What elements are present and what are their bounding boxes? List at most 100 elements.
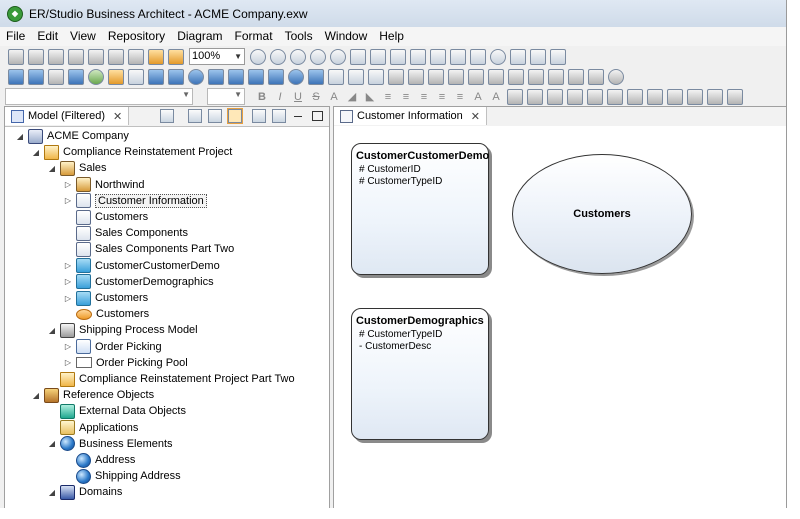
fill-color-icon[interactable]: ◣ [363,90,377,103]
expand-toggle-icon[interactable]: ▷ [63,277,73,286]
shape-diamond-icon[interactable] [430,48,446,65]
expand-toggle-icon[interactable]: ◢ [31,148,41,157]
paste-icon[interactable] [108,48,124,65]
text-tool-icon[interactable] [328,68,344,85]
tree-item[interactable]: ◢ ACME Company [15,128,129,144]
expand-toggle-icon[interactable]: ▷ [63,261,73,270]
menu-diagram[interactable]: Diagram [171,27,228,46]
menu-view[interactable]: View [64,27,102,46]
tab-model-filtered[interactable]: Model (Filtered) ✕ [5,107,130,125]
arrange-3-icon[interactable] [547,88,563,105]
expand-toggle-icon[interactable]: ▷ [63,196,73,205]
expand-toggle-icon[interactable]: ▷ [63,358,73,367]
tree-item[interactable]: Compliance Reinstatement Project Part Tw… [47,371,295,387]
same-width-icon[interactable] [548,68,564,85]
menu-help[interactable]: Help [373,27,410,46]
arrange-9-icon[interactable] [667,88,683,105]
text-align-right-icon[interactable]: ≡ [417,91,431,103]
tree-item[interactable]: External Data Objects [47,403,186,419]
shape-panel-icon[interactable] [450,48,466,65]
shape-target-icon[interactable] [310,48,326,65]
entity-tool-icon[interactable] [68,68,84,85]
tree-item[interactable]: ◢ Sales [47,160,107,176]
font-size-select[interactable]: ▼ [207,88,245,105]
arrange-2-icon[interactable] [527,88,543,105]
cut-icon[interactable] [68,48,84,65]
film-icon[interactable] [48,68,64,85]
line-color-icon[interactable]: ◢ [345,90,359,103]
delete-icon[interactable] [128,48,144,65]
expand-toggle-icon[interactable]: ◢ [15,132,25,141]
expand-toggle-icon[interactable]: ◢ [47,326,57,335]
shape-hexagon-icon[interactable] [490,48,506,65]
document-icon[interactable] [108,68,124,85]
arrange-8-icon[interactable] [647,88,663,105]
close-icon[interactable]: ✕ [471,110,480,123]
font-family-select[interactable]: ▼ [5,88,193,105]
tree-item[interactable]: ◢ Business Elements [47,436,173,452]
sync-icon[interactable] [160,109,174,123]
collapse-all-icon[interactable] [188,109,202,123]
diamond-tool-icon[interactable] [228,68,244,85]
shape-table-icon[interactable] [370,48,386,65]
expand-toggle-icon[interactable]: ◢ [47,488,57,497]
align-bottom-icon[interactable] [488,68,504,85]
connector-tool-icon[interactable] [368,68,384,85]
shape-card-icon[interactable] [390,48,406,65]
align-center-icon[interactable] [408,68,424,85]
close-icon[interactable]: ✕ [113,110,122,123]
text-align-left-icon[interactable]: ≡ [381,91,395,103]
menu-format[interactable]: Format [229,27,279,46]
expand-toggle-icon[interactable]: ◢ [47,439,57,448]
text-align-center-icon[interactable]: ≡ [399,91,413,103]
italic-icon[interactable]: I [273,91,287,103]
tree-item[interactable]: Customers [63,209,148,225]
table-icon[interactable] [28,68,44,85]
entity-customer-demographics[interactable]: CustomerDemographics # CustomerTypeID - … [351,308,489,440]
zoom-out-icon[interactable] [270,48,286,65]
view-menu-icon[interactable] [252,109,266,123]
link-icon[interactable] [272,109,286,123]
layout-icon[interactable] [608,68,624,85]
tree-item[interactable]: Sales Components [63,225,188,241]
arrange-7-icon[interactable] [627,88,643,105]
tree-item[interactable]: ▷ Order Picking [63,339,162,355]
tree-item[interactable]: ▷ CustomerDemographics [63,274,214,290]
tree-item[interactable]: ▷ Customer Information [63,193,207,209]
tree-item[interactable]: ◢ Domains [47,484,122,500]
note-icon[interactable] [550,48,566,65]
shape-envelope-icon[interactable] [470,48,486,65]
menu-tools[interactable]: Tools [279,27,319,46]
tree-item[interactable]: Address [63,452,135,468]
arrange-11-icon[interactable] [707,88,723,105]
tree-item[interactable]: ▷ Customers [63,290,148,306]
dotted-arrow-icon[interactable] [530,48,546,65]
tree-item[interactable]: Applications [47,420,138,436]
menu-edit[interactable]: Edit [31,27,64,46]
tab-customer-information[interactable]: Customer Information ✕ [334,107,487,125]
undo-icon[interactable] [148,48,164,65]
align-left-icon[interactable] [388,68,404,85]
pentagon-tool-icon[interactable] [248,68,264,85]
diagram-canvas[interactable]: CustomerCustomerDemo # CustomerID # Cust… [334,126,786,508]
arrange-6-icon[interactable] [607,88,623,105]
expand-toggle-icon[interactable]: ▷ [63,180,73,189]
same-size-icon[interactable] [588,68,604,85]
distribute-h-icon[interactable] [508,68,524,85]
same-height-icon[interactable] [568,68,584,85]
shape-box-icon[interactable] [410,48,426,65]
line-tool-icon[interactable] [348,68,364,85]
zoom-select[interactable]: 100% ▼ [189,48,245,65]
align-top-icon[interactable] [448,68,464,85]
arrange-12-icon[interactable] [727,88,743,105]
maximize-icon[interactable] [312,111,323,121]
grow-font-icon[interactable]: A [471,91,485,103]
shape-rect-icon[interactable] [350,48,366,65]
expand-toggle-icon[interactable]: ▷ [63,342,73,351]
tree-item[interactable]: Customers [63,306,149,322]
arrange-5-icon[interactable] [587,88,603,105]
tree-item[interactable]: Sales Components Part Two [63,241,234,257]
menu-repository[interactable]: Repository [102,27,171,46]
hexagon-tool-icon[interactable] [268,68,284,85]
tree-item[interactable]: ▷ Northwind [63,177,145,193]
